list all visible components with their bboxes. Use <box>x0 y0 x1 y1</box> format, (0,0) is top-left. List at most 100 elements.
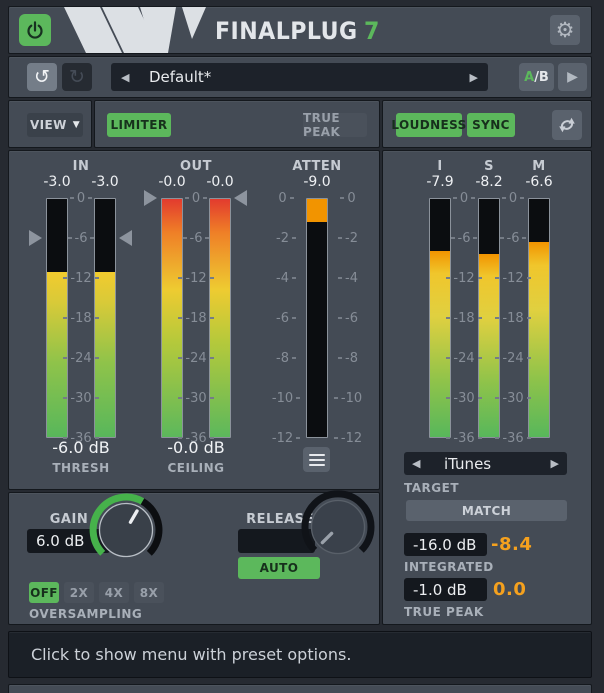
thresh-label: THRESH <box>41 461 121 475</box>
truepeak-live-value: 0.0 <box>493 579 526 600</box>
integrated-target-value: -16.0 dB <box>413 536 476 554</box>
thresh-value[interactable]: -6.0 dB <box>41 438 121 457</box>
atten-meter <box>306 198 328 438</box>
atten-scale-left: 0 -2 -4 -6 -8 -10 -12 <box>266 191 306 445</box>
oversampling-2x-button[interactable]: 2X <box>64 582 94 603</box>
redo-icon: ↻ <box>69 68 85 87</box>
shortterm-meter-label: S <box>469 159 509 174</box>
sync-toggle[interactable]: SYNC <box>467 113 515 137</box>
out-meter-label: OUT <box>156 159 236 174</box>
atten-meter-fill <box>307 199 327 222</box>
preset-bar: ↺ ↻ ◀ Default* ▶ A/B ▶ <box>8 56 592 98</box>
undo-button[interactable]: ↺ <box>27 63 57 91</box>
status-message: Click to show menu with preset options. <box>31 632 351 677</box>
limiter-label: LIMITER <box>111 118 168 132</box>
loudness-panel: I S M -7.9 -8.2 -6.6 0 -6 -12 -18 -24 -3… <box>382 150 592 625</box>
bottom-strip <box>8 684 592 693</box>
atten-meter-label: ATTEN <box>277 159 357 174</box>
toolbar-limiter-panel: LIMITER TRUE PEAK <box>94 100 380 148</box>
target-value: iTunes <box>444 455 491 473</box>
preset-selector[interactable]: ◀ Default* ▶ <box>111 63 488 91</box>
status-bar: Click to show menu with preset options. <box>8 631 592 678</box>
ceiling-marker-right[interactable] <box>234 190 247 206</box>
integrated-meter-label: I <box>420 159 460 174</box>
oversampling-8x-button[interactable]: 8X <box>134 582 164 603</box>
truepeak-label: TRUE PEAK <box>404 605 484 619</box>
brand-logo <box>56 7 206 53</box>
threshold-marker-left[interactable] <box>29 230 42 246</box>
atten-value: -9.0 <box>287 174 347 190</box>
loudness-scale-right: 0 -6 -12 -18 -24 -30 -36 <box>493 191 533 445</box>
ceiling-marker-left[interactable] <box>144 190 157 206</box>
meter-menu-button[interactable] <box>303 447 330 472</box>
undo-icon: ↺ <box>34 68 50 87</box>
preset-name: Default* <box>149 68 211 86</box>
view-label: VIEW <box>30 118 67 132</box>
target-selector[interactable]: ◀ iTunes ▶ <box>404 452 567 475</box>
true-peak-toggle[interactable]: TRUE PEAK <box>303 113 367 137</box>
limiter-meters-panel: IN OUT ATTEN -3.0 -3.0 -0.0 -0.0 -9.0 0 … <box>8 150 380 490</box>
play-icon: ▶ <box>567 70 578 84</box>
integrated-live-value: -8.4 <box>491 534 532 555</box>
preset-prev-icon[interactable]: ◀ <box>121 63 129 91</box>
oversampling-off-button[interactable]: OFF <box>29 582 59 603</box>
power-button[interactable] <box>19 14 51 46</box>
preset-next-icon[interactable]: ▶ <box>470 63 478 91</box>
settings-button[interactable]: ⚙ <box>550 15 580 45</box>
match-button[interactable]: MATCH <box>406 500 567 521</box>
truepeak-target-value: -1.0 dB <box>413 581 467 599</box>
ceiling-value[interactable]: -0.0 dB <box>156 438 236 457</box>
sync-label: SYNC <box>472 118 510 132</box>
title-version: 7 <box>364 17 380 45</box>
momentary-meter-value: -6.6 <box>511 174 567 190</box>
toolbar-loudness-panel: LOUDNESS SYNC <box>382 100 592 148</box>
gain-knob[interactable] <box>86 490 166 570</box>
limiter-toggle[interactable]: LIMITER <box>107 113 171 137</box>
ab-compare-button[interactable]: A/B <box>519 63 554 91</box>
integrated-meter-value: -7.9 <box>412 174 468 190</box>
finalplug-window: FINALPLUG7 ⚙ ↺ ↻ ◀ Default* ▶ A/B ▶ VIEW… <box>0 0 604 693</box>
match-label: MATCH <box>462 504 511 518</box>
dynamics-panel: GAIN 6.0 dB RELEASE AUTO OFF 2X 4X <box>8 492 380 625</box>
power-icon <box>25 20 45 40</box>
momentary-meter-label: M <box>519 159 559 174</box>
toolbar-view-panel: VIEW ▼ <box>8 100 92 148</box>
reset-loudness-button[interactable] <box>552 110 582 140</box>
hamburger-icon <box>309 459 325 461</box>
auto-label: AUTO <box>260 561 299 575</box>
out-right-value: -0.0 <box>190 174 250 190</box>
oversampling-2x-label: 2X <box>70 586 88 600</box>
in-meter-scale: 0 -6 -12 -18 -24 -30 -36 <box>61 191 101 445</box>
target-label: TARGET <box>404 481 459 495</box>
in-right-value: -3.0 <box>75 174 135 190</box>
oversampling-off-label: OFF <box>30 586 58 600</box>
gain-value: 6.0 dB <box>36 532 84 550</box>
in-meter-label: IN <box>41 159 121 174</box>
loudness-scale-left: 0 -6 -12 -18 -24 -30 -36 <box>444 191 484 445</box>
truepeak-target-input[interactable]: -1.0 dB <box>404 578 487 601</box>
gear-icon: ⚙ <box>556 20 575 41</box>
integrated-target-input[interactable]: -16.0 dB <box>404 533 487 556</box>
plugin-title: FINALPLUG7 <box>215 17 394 45</box>
target-prev-icon[interactable]: ◀ <box>412 452 420 475</box>
title-text: FINALPLUG <box>215 17 358 45</box>
loudness-toggle[interactable]: LOUDNESS <box>396 113 462 137</box>
play-button[interactable]: ▶ <box>558 63 587 91</box>
release-knob[interactable] <box>298 487 378 567</box>
oversampling-8x-label: 8X <box>140 586 158 600</box>
true-peak-label: TRUE PEAK <box>303 111 367 139</box>
loudness-label: LOUDNESS <box>391 118 466 132</box>
oversampling-label: OVERSAMPLING <box>29 607 142 621</box>
ab-a-label: A <box>524 70 534 85</box>
oversampling-4x-button[interactable]: 4X <box>99 582 129 603</box>
threshold-marker-right[interactable] <box>119 230 132 246</box>
view-menu-button[interactable]: VIEW ▼ <box>27 113 83 137</box>
oversampling-4x-label: 4X <box>105 586 123 600</box>
redo-button[interactable]: ↻ <box>62 63 92 91</box>
ab-b-label: /B <box>534 70 549 85</box>
integrated-label: INTEGRATED <box>404 560 494 574</box>
chevron-down-icon: ▼ <box>73 120 80 130</box>
out-meter-scale: 0 -6 -12 -18 -24 -30 -36 <box>176 191 216 445</box>
atten-scale-right: 0 -2 -4 -6 -8 -10 -12 <box>328 191 368 445</box>
target-next-icon[interactable]: ▶ <box>551 452 559 475</box>
